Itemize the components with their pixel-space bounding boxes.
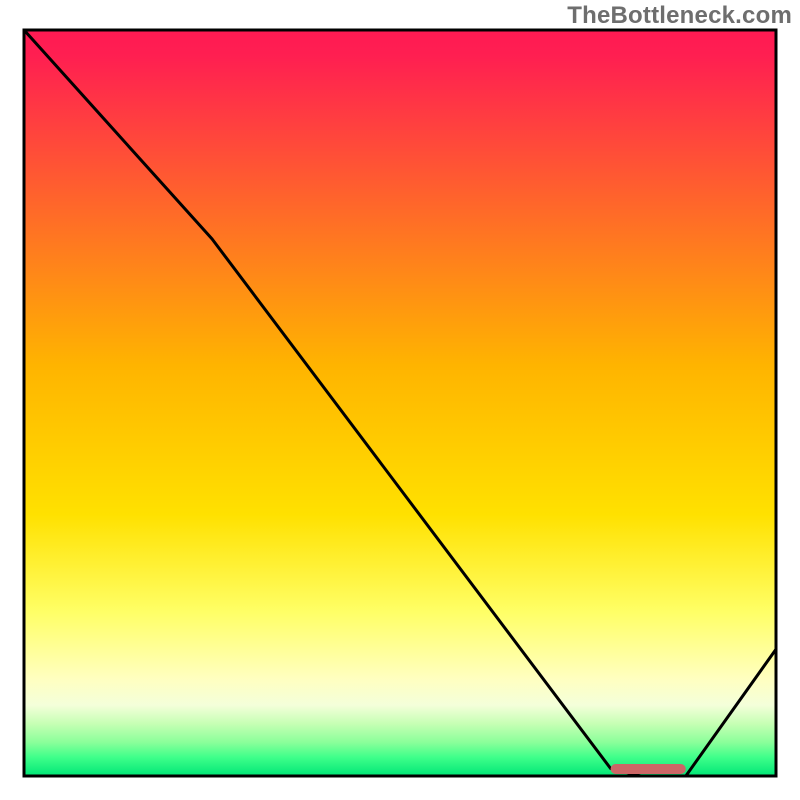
bottleneck-chart [0, 0, 800, 800]
optimum-marker [611, 764, 686, 774]
chart-root: TheBottleneck.com [0, 0, 800, 800]
watermark-text: TheBottleneck.com [567, 2, 792, 30]
plot-background [24, 30, 776, 776]
